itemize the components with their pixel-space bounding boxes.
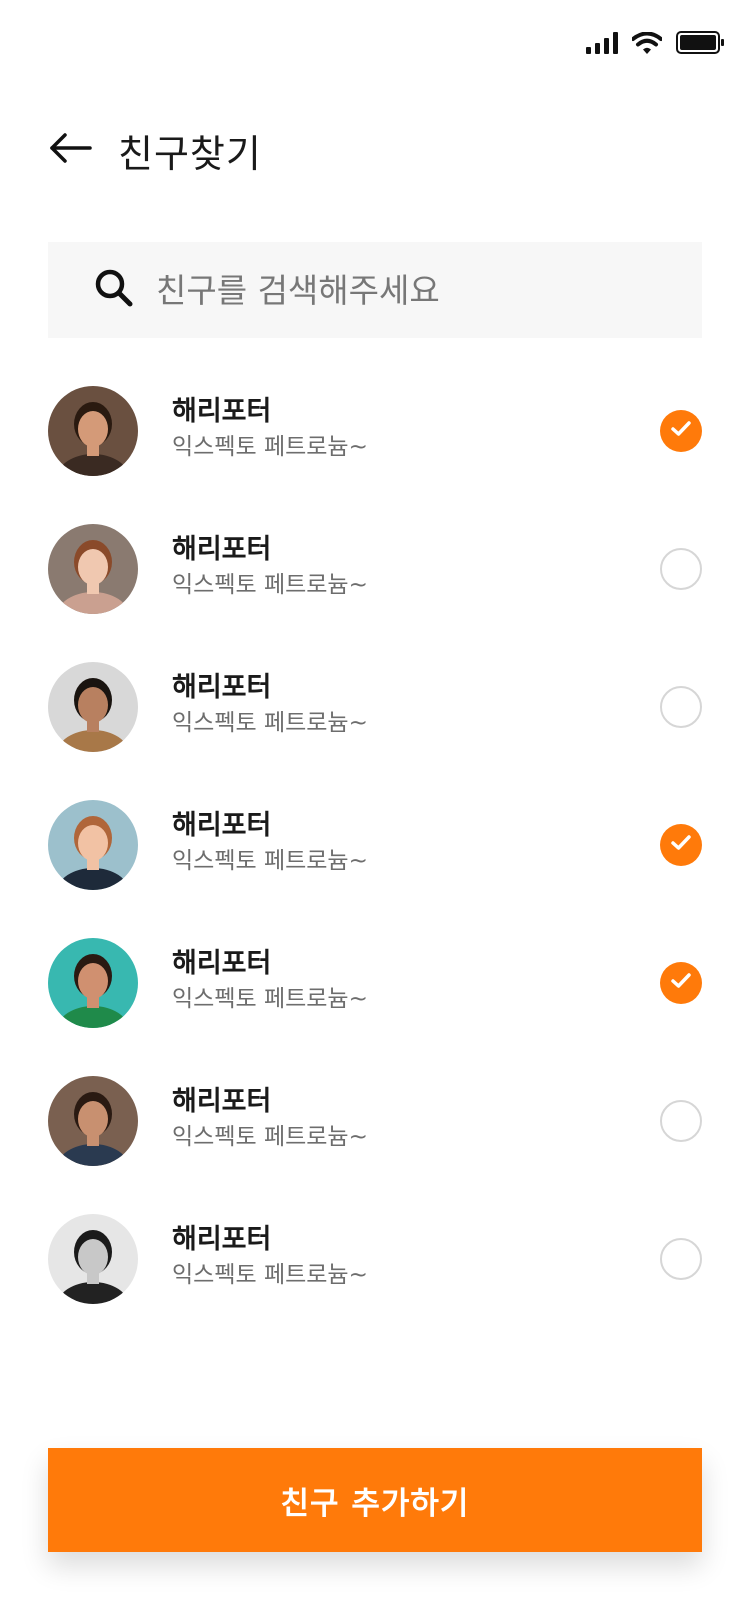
friend-text: 해리포터익스펙토 페트로늄~ — [172, 1085, 368, 1153]
friend-name: 해리포터 — [172, 948, 272, 979]
friend-row[interactable]: 해리포터익스펙토 페트로늄~ — [48, 1214, 702, 1352]
friend-row[interactable]: 해리포터익스펙토 페트로늄~ — [48, 800, 702, 938]
signal-icon — [586, 31, 618, 58]
friend-name: 해리포터 — [172, 810, 272, 841]
friend-row[interactable]: 해리포터익스펙토 페트로늄~ — [48, 938, 702, 1076]
friend-text: 해리포터익스펙토 페트로늄~ — [172, 1223, 368, 1291]
avatar — [48, 386, 138, 476]
friend-name: 해리포터 — [172, 534, 272, 565]
select-checkbox[interactable] — [660, 1100, 702, 1142]
select-checkbox[interactable] — [660, 824, 702, 866]
search-icon — [94, 268, 134, 312]
friend-status-message: 익스펙토 페트로늄~ — [172, 848, 368, 874]
status-icons — [586, 31, 724, 58]
page-title: 친구찾기 — [118, 131, 262, 176]
friend-status-message: 익스펙토 페트로늄~ — [172, 986, 368, 1012]
friend-row[interactable]: 해리포터익스펙토 페트로늄~ — [48, 662, 702, 800]
avatar — [48, 524, 138, 614]
header: 친구찾기 — [48, 110, 702, 190]
select-checkbox[interactable] — [660, 410, 702, 452]
search-bar[interactable] — [48, 242, 702, 338]
avatar — [48, 1214, 138, 1304]
friend-text: 해리포터익스펙토 페트로늄~ — [172, 533, 368, 601]
friend-name: 해리포터 — [172, 672, 272, 703]
friend-row[interactable]: 해리포터익스펙토 페트로늄~ — [48, 386, 702, 524]
friend-status-message: 익스펙토 페트로늄~ — [172, 434, 368, 460]
battery-icon — [676, 31, 724, 58]
avatar — [48, 1076, 138, 1166]
back-button[interactable] — [48, 122, 104, 178]
friend-text: 해리포터익스펙토 페트로늄~ — [172, 671, 368, 739]
add-friends-button[interactable]: 친구 추가하기 — [48, 1448, 702, 1552]
friend-row[interactable]: 해리포터익스펙토 페트로늄~ — [48, 1076, 702, 1214]
friend-name: 해리포터 — [172, 396, 272, 427]
checkmark-icon — [670, 834, 692, 856]
checkmark-icon — [670, 972, 692, 994]
select-checkbox[interactable] — [660, 1238, 702, 1280]
checkmark-icon — [670, 420, 692, 442]
friend-text: 해리포터익스펙토 페트로늄~ — [172, 395, 368, 463]
search-input[interactable] — [156, 270, 676, 310]
select-checkbox[interactable] — [660, 548, 702, 590]
friend-name: 해리포터 — [172, 1086, 272, 1117]
status-bar — [0, 0, 750, 90]
avatar — [48, 938, 138, 1028]
friend-row[interactable]: 해리포터익스펙토 페트로늄~ — [48, 524, 702, 662]
friend-text: 해리포터익스펙토 페트로늄~ — [172, 947, 368, 1015]
arrow-left-icon — [48, 132, 92, 168]
select-checkbox[interactable] — [660, 962, 702, 1004]
select-checkbox[interactable] — [660, 686, 702, 728]
friend-status-message: 익스펙토 페트로늄~ — [172, 572, 368, 598]
friend-status-message: 익스펙토 페트로늄~ — [172, 710, 368, 736]
wifi-icon — [631, 31, 663, 58]
friend-status-message: 익스펙토 페트로늄~ — [172, 1124, 368, 1150]
friend-text: 해리포터익스펙토 페트로늄~ — [172, 809, 368, 877]
friend-name: 해리포터 — [172, 1224, 272, 1255]
friend-list: 해리포터 익스펙토 페트로늄~ 해리포터 익스펙토 페트로늄~ 해리포터 익스펙토 페트로… — [48, 386, 702, 1352]
avatar — [48, 662, 138, 752]
friend-status-message: 익스펙토 페트로늄~ — [172, 1262, 368, 1288]
avatar — [48, 800, 138, 890]
